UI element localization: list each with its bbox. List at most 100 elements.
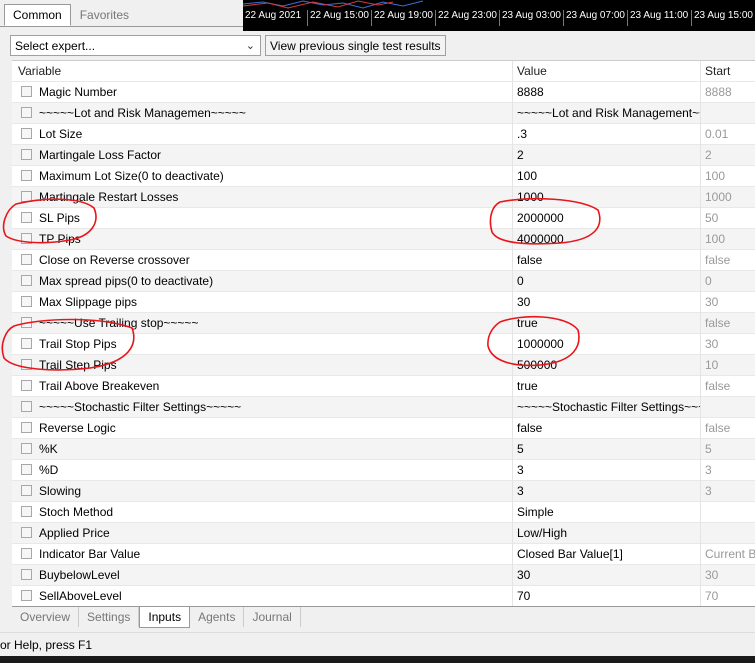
- value-cell[interactable]: 100: [517, 166, 700, 186]
- tab-settings[interactable]: Settings: [79, 607, 140, 627]
- table-row[interactable]: Trail Above Breakeven true false: [12, 376, 755, 397]
- value-cell[interactable]: true: [517, 376, 700, 396]
- start-cell[interactable]: false: [705, 313, 755, 333]
- column-separator[interactable]: [700, 61, 701, 606]
- tab-overview[interactable]: Overview: [12, 607, 80, 627]
- table-row[interactable]: Lot Size .3 0.01: [12, 124, 755, 145]
- value-cell[interactable]: false: [517, 418, 700, 438]
- optimize-checkbox[interactable]: [21, 275, 32, 286]
- value-cell[interactable]: ~~~~~Stochastic Filter Settings~~~~~: [517, 397, 700, 417]
- value-cell[interactable]: 8888: [517, 82, 700, 102]
- start-cell[interactable]: 2: [705, 145, 755, 165]
- optimize-checkbox[interactable]: [21, 380, 32, 391]
- table-row[interactable]: Max spread pips(0 to deactivate) 0 0: [12, 271, 755, 292]
- value-cell[interactable]: 1000: [517, 187, 700, 207]
- table-row[interactable]: TP Pips 4000000 100: [12, 229, 755, 250]
- optimize-checkbox[interactable]: [21, 317, 32, 328]
- tab-agents[interactable]: Agents: [190, 607, 245, 627]
- start-cell[interactable]: 0: [705, 271, 755, 291]
- optimize-checkbox[interactable]: [21, 569, 32, 580]
- chart-strip[interactable]: 22 Aug 2021 22 Aug 15:00 22 Aug 19:00 22…: [243, 0, 755, 31]
- table-row[interactable]: Reverse Logic false false: [12, 418, 755, 439]
- optimize-checkbox[interactable]: [21, 548, 32, 559]
- start-cell[interactable]: 50: [705, 208, 755, 228]
- start-cell[interactable]: [705, 103, 755, 123]
- table-row[interactable]: ~~~~~Use Trailing stop~~~~~ true false: [12, 313, 755, 334]
- table-row[interactable]: ~~~~~Stochastic Filter Settings~~~~~ ~~~~…: [12, 397, 755, 418]
- table-row[interactable]: SL Pips 2000000 50: [12, 208, 755, 229]
- value-cell[interactable]: 30: [517, 565, 700, 585]
- view-results-button[interactable]: View previous single test results: [265, 35, 446, 56]
- optimize-checkbox[interactable]: [21, 464, 32, 475]
- optimize-checkbox[interactable]: [21, 191, 32, 202]
- start-cell[interactable]: 3: [705, 460, 755, 480]
- table-row[interactable]: Trail Stop Pips 1000000 30: [12, 334, 755, 355]
- column-separator[interactable]: [512, 61, 513, 606]
- optimize-checkbox[interactable]: [21, 443, 32, 454]
- value-cell[interactable]: .3: [517, 124, 700, 144]
- value-cell[interactable]: ~~~~~Lot and Risk Management~~~~~: [517, 103, 700, 123]
- table-row[interactable]: Maximum Lot Size(0 to deactivate) 100 100: [12, 166, 755, 187]
- optimize-checkbox[interactable]: [21, 401, 32, 412]
- start-cell[interactable]: false: [705, 418, 755, 438]
- table-row[interactable]: %K 5 5: [12, 439, 755, 460]
- start-cell[interactable]: 5: [705, 439, 755, 459]
- value-cell[interactable]: 500000: [517, 355, 700, 375]
- tab-inputs[interactable]: Inputs: [139, 607, 191, 628]
- table-row[interactable]: BuybelowLevel 30 30: [12, 565, 755, 586]
- value-cell[interactable]: 2: [517, 145, 700, 165]
- table-row[interactable]: Close on Reverse crossover false false: [12, 250, 755, 271]
- optimize-checkbox[interactable]: [21, 128, 32, 139]
- start-cell[interactable]: 0.01: [705, 124, 755, 144]
- table-row[interactable]: Slowing 3 3: [12, 481, 755, 502]
- start-cell[interactable]: [705, 397, 755, 417]
- start-cell[interactable]: 30: [705, 334, 755, 354]
- optimize-checkbox[interactable]: [21, 254, 32, 265]
- table-row[interactable]: SellAboveLevel 70 70: [12, 586, 755, 606]
- optimize-checkbox[interactable]: [21, 170, 32, 181]
- start-cell[interactable]: 3: [705, 481, 755, 501]
- optimize-checkbox[interactable]: [21, 590, 32, 601]
- start-cell[interactable]: 8888: [705, 82, 755, 102]
- optimize-checkbox[interactable]: [21, 422, 32, 433]
- value-cell[interactable]: false: [517, 250, 700, 270]
- value-cell[interactable]: 2000000: [517, 208, 700, 228]
- start-cell[interactable]: 100: [705, 229, 755, 249]
- optimize-checkbox[interactable]: [21, 212, 32, 223]
- table-row[interactable]: Martingale Loss Factor 2 2: [12, 145, 755, 166]
- value-cell[interactable]: Simple: [517, 502, 700, 522]
- value-cell[interactable]: true: [517, 313, 700, 333]
- table-row[interactable]: %D 3 3: [12, 460, 755, 481]
- start-cell[interactable]: 30: [705, 565, 755, 585]
- start-cell[interactable]: 70: [705, 586, 755, 606]
- value-cell[interactable]: 30: [517, 292, 700, 312]
- optimize-checkbox[interactable]: [21, 485, 32, 496]
- value-cell[interactable]: 5: [517, 439, 700, 459]
- value-cell[interactable]: Closed Bar Value[1]: [517, 544, 700, 564]
- table-row[interactable]: Stoch Method Simple: [12, 502, 755, 523]
- start-cell[interactable]: Current B: [705, 544, 755, 564]
- column-header-variable[interactable]: Variable: [18, 61, 512, 81]
- tab-common[interactable]: Common: [4, 4, 71, 26]
- table-row[interactable]: Indicator Bar Value Closed Bar Value[1] Cu…: [12, 544, 755, 565]
- table-row[interactable]: Trail Step Pips 500000 10: [12, 355, 755, 376]
- start-cell[interactable]: [705, 523, 755, 543]
- start-cell[interactable]: 100: [705, 166, 755, 186]
- table-row[interactable]: ~~~~~Lot and Risk Managemen~~~~~ ~~~~~Lot…: [12, 103, 755, 124]
- optimize-checkbox[interactable]: [21, 233, 32, 244]
- value-cell[interactable]: 70: [517, 586, 700, 606]
- optimize-checkbox[interactable]: [21, 359, 32, 370]
- inputs-grid[interactable]: Variable Value Start Magic Number 8888 888…: [12, 60, 755, 606]
- table-row[interactable]: Magic Number 8888 8888: [12, 82, 755, 103]
- optimize-checkbox[interactable]: [21, 506, 32, 517]
- value-cell[interactable]: 3: [517, 481, 700, 501]
- optimize-checkbox[interactable]: [21, 296, 32, 307]
- expert-select[interactable]: Select expert... ⌄: [10, 35, 261, 56]
- value-cell[interactable]: 0: [517, 271, 700, 291]
- value-cell[interactable]: 4000000: [517, 229, 700, 249]
- start-cell[interactable]: false: [705, 250, 755, 270]
- start-cell[interactable]: 30: [705, 292, 755, 312]
- value-cell[interactable]: Low/High: [517, 523, 700, 543]
- optimize-checkbox[interactable]: [21, 86, 32, 97]
- column-header-start[interactable]: Start: [705, 61, 755, 81]
